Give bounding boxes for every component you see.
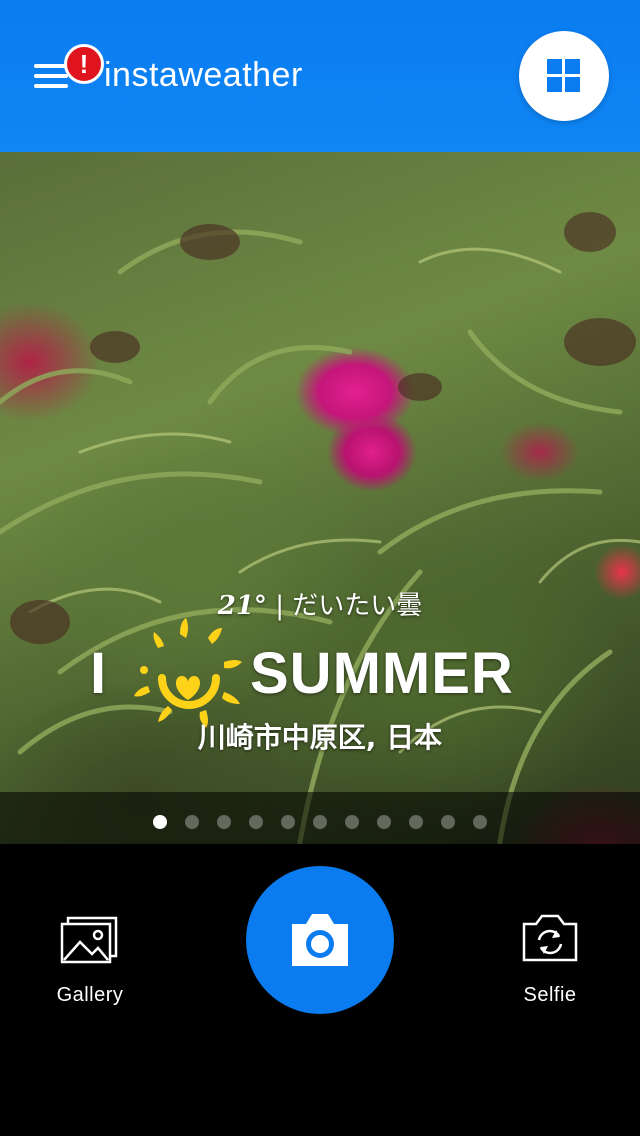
shutter-button[interactable] (246, 866, 394, 1014)
grid-view-button[interactable] (519, 31, 609, 121)
temperature-separator: | (275, 591, 284, 621)
location-label: 川崎市中原区, 日本 (197, 721, 443, 754)
weather-condition: だいたい曇 (292, 591, 423, 621)
alert-badge[interactable]: ! (64, 44, 104, 84)
selfie-button[interactable]: Selfie (500, 914, 600, 1014)
pager-dot[interactable] (409, 815, 423, 829)
pager-dot[interactable] (345, 815, 359, 829)
template-pager (0, 792, 640, 844)
app-header: ! instaweather (0, 0, 640, 152)
switch-camera-icon (522, 914, 578, 962)
pager-dot[interactable] (377, 815, 391, 829)
summer-word: SUMMER (250, 641, 514, 706)
pager-dot[interactable] (313, 815, 327, 829)
selfie-label: Selfie (523, 984, 577, 1006)
pager-dot[interactable] (281, 815, 295, 829)
pager-dot[interactable] (473, 815, 487, 829)
pager-dot[interactable] (441, 815, 455, 829)
app-title: instaweather (104, 56, 303, 94)
pager-dot[interactable] (185, 815, 199, 829)
pager-dot[interactable] (249, 815, 263, 829)
camera-icon (292, 914, 348, 966)
summer-i-letter: I (90, 641, 107, 706)
pager-dots[interactable] (153, 815, 505, 829)
sun-heart-icon (134, 618, 242, 728)
bottom-toolbar: Gallery Selfie (0, 844, 640, 1136)
temperature-value: 21° (217, 591, 267, 621)
pager-dot[interactable] (153, 815, 167, 829)
gallery-images-icon (60, 916, 118, 964)
weather-temperature-line: 21° | だいたい曇 (0, 585, 640, 622)
pager-dot[interactable] (217, 815, 231, 829)
gallery-label: Gallery (56, 984, 124, 1006)
gallery-button[interactable]: Gallery (40, 914, 140, 1014)
